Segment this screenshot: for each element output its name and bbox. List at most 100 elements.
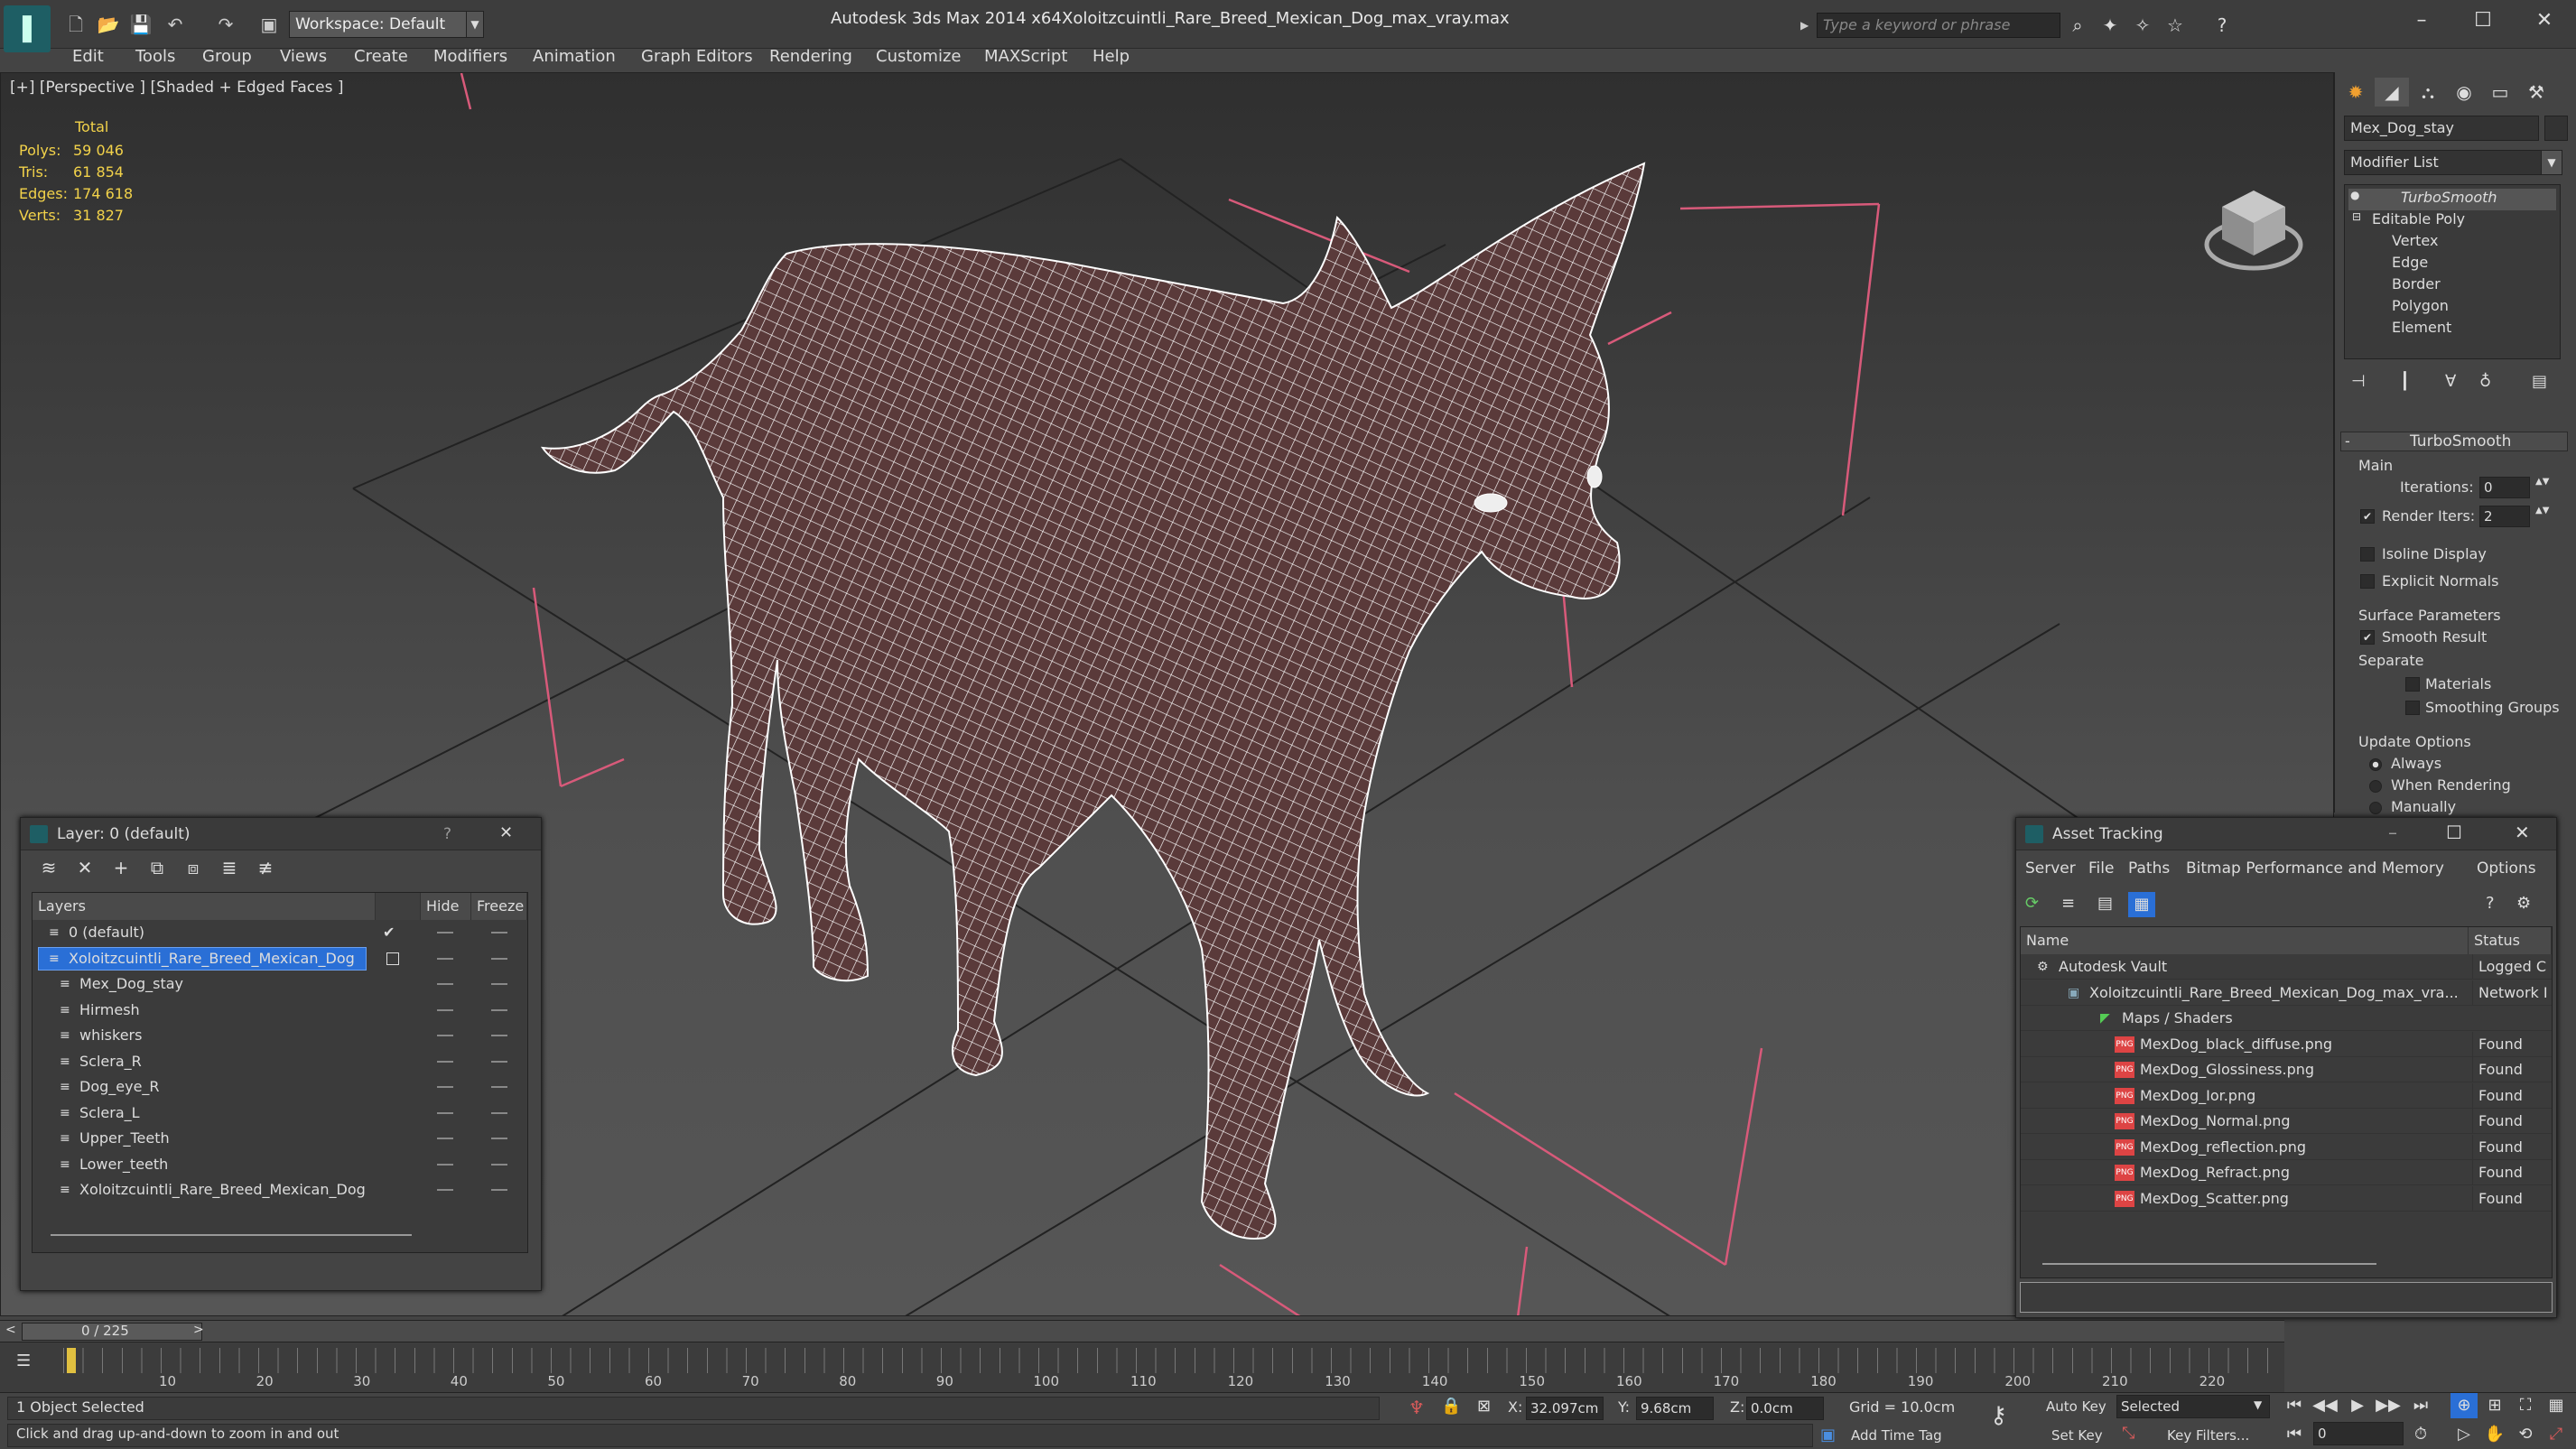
menu-graph-editors[interactable]: Graph Editors: [641, 43, 753, 70]
add-time-tag-button[interactable]: Add Time Tag: [1851, 1427, 1942, 1444]
chevron-down-icon[interactable]: ▼: [2254, 1398, 2262, 1411]
layer-row[interactable]: ≡ Dog_eye_R: [33, 1074, 527, 1100]
go-to-start-icon[interactable]: ⏮: [2281, 1393, 2308, 1418]
modify-tab-icon[interactable]: ◢: [2375, 78, 2409, 107]
layer-row[interactable]: ≡ Mex_Dog_stay: [33, 971, 527, 997]
project-folder-icon[interactable]: ▣: [256, 13, 282, 36]
menu-help[interactable]: Help: [1093, 43, 1130, 70]
stack-item-editable-poly[interactable]: Editable Poly: [2372, 210, 2465, 228]
list-view-icon[interactable]: ≡: [2061, 894, 2075, 913]
smooth-result-checkbox[interactable]: ✔: [2360, 630, 2375, 645]
key-mode-toggle-icon[interactable]: ⏮: [2281, 1422, 2308, 1447]
column-header-hide[interactable]: Hide: [421, 893, 471, 920]
freeze-toggle[interactable]: [491, 1163, 507, 1166]
modifier-list-dropdown[interactable]: Modifier List: [2344, 150, 2559, 175]
pan-view-icon[interactable]: ✋: [2481, 1422, 2508, 1447]
field-of-view-icon[interactable]: ▷: [2450, 1422, 2478, 1447]
render-iters-spinner[interactable]: 2: [2479, 506, 2530, 527]
close-icon[interactable]: ✕: [499, 823, 513, 842]
minimize-icon[interactable]: –: [2395, 5, 2449, 36]
help-icon[interactable]: ?: [443, 825, 451, 843]
column-header-freeze[interactable]: Freeze: [471, 893, 527, 920]
freeze-toggle[interactable]: [491, 957, 507, 960]
asset-row[interactable]: PNG MexDog_reflection.png Found: [2021, 1134, 2552, 1160]
freeze-toggle[interactable]: [491, 1138, 507, 1139]
time-slider[interactable]: < 0 / 225 >: [0, 1320, 2284, 1342]
column-header-status[interactable]: Status: [2469, 927, 2552, 954]
hide-toggle[interactable]: [437, 1008, 453, 1011]
remove-modifier-icon[interactable]: ♁: [2479, 372, 2491, 391]
communication-icon[interactable]: ✧: [2129, 13, 2156, 38]
turbosmooth-rollout-header[interactable]: - TurboSmooth: [2340, 432, 2568, 451]
menu-tools[interactable]: Tools: [135, 43, 175, 70]
zoom-all-icon[interactable]: ⊞: [2481, 1393, 2508, 1418]
hide-toggle[interactable]: [437, 1189, 453, 1191]
asset-row[interactable]: PNG MexDog_Refract.png Found: [2021, 1160, 2552, 1185]
asset-row[interactable]: ▣ Xoloitzcuintli_Rare_Breed_Mexican_Dog_m…: [2021, 980, 2552, 1006]
when-rendering-radio[interactable]: [2369, 780, 2382, 793]
iterations-spinner[interactable]: 0: [2479, 477, 2530, 498]
always-radio[interactable]: [2369, 758, 2382, 771]
y-coordinate-field[interactable]: 9.68cm: [1636, 1397, 1714, 1420]
close-icon[interactable]: ✕: [2515, 822, 2530, 843]
hide-toggle[interactable]: [437, 1138, 453, 1139]
isolate-selection-icon[interactable]: ♆: [1409, 1397, 1425, 1418]
asset-row[interactable]: PNG MexDog_Scatter.png Found: [2021, 1185, 2552, 1212]
minimize-icon[interactable]: –: [2388, 822, 2397, 843]
detail-view-icon[interactable]: ▤: [2097, 894, 2113, 913]
hierarchy-tab-icon[interactable]: ⛬: [2411, 78, 2445, 107]
freeze-toggle[interactable]: [491, 1035, 507, 1036]
time-tag-icon[interactable]: ▣: [1820, 1426, 1836, 1444]
spinner-arrows-icon[interactable]: ▲▼: [2535, 477, 2549, 487]
menu-edit[interactable]: Edit: [72, 43, 104, 70]
mini-curve-editor-icon[interactable]: ☰: [16, 1351, 31, 1370]
expand-icon[interactable]: ⊟: [2352, 210, 2361, 223]
stack-item-vertex[interactable]: Vertex: [2392, 232, 2438, 249]
key-mode-dropdown[interactable]: Selected: [2116, 1395, 2270, 1418]
absolute-mode-icon[interactable]: ⊠: [1477, 1397, 1491, 1416]
asset-row[interactable]: PNG MexDog_black_diffuse.png Found: [2021, 1031, 2552, 1057]
asset-menu-options[interactable]: Options: [2477, 859, 2536, 878]
chevron-down-icon[interactable]: ▼: [2541, 150, 2562, 175]
next-key-icon[interactable]: ▶▶: [2375, 1393, 2402, 1418]
redo-icon[interactable]: ↷: [213, 13, 238, 36]
hide-toggle[interactable]: [437, 983, 453, 985]
play-arrow-icon[interactable]: ▶: [1800, 14, 1815, 36]
freeze-toggle[interactable]: [491, 1060, 507, 1063]
z-coordinate-field[interactable]: 0.0cm: [1746, 1397, 1824, 1420]
key-icon[interactable]: ⚷: [1990, 1402, 2007, 1429]
object-name-field[interactable]: Mex_Dog_stay: [2344, 116, 2539, 141]
hide-toggle[interactable]: [437, 957, 453, 960]
hide-toggle[interactable]: [437, 1035, 453, 1036]
next-frame-icon[interactable]: >: [193, 1323, 204, 1337]
asset-row[interactable]: PNG MexDog_Ior.png Found: [2021, 1082, 2552, 1109]
asset-row[interactable]: ⚙ Autodesk Vault Logged C: [2021, 954, 2552, 980]
layer-row[interactable]: ≡ Xoloitzcuintli_Rare_Breed_Mexican_Dog: [33, 946, 527, 971]
hide-toggle[interactable]: [437, 1086, 453, 1088]
motion-tab-icon[interactable]: ◉: [2447, 78, 2481, 107]
refresh-icon[interactable]: ⟳: [2025, 894, 2039, 913]
smoothing-groups-checkbox[interactable]: [2405, 701, 2420, 715]
isoline-display-checkbox[interactable]: [2360, 547, 2375, 562]
save-icon[interactable]: 💾: [128, 13, 153, 36]
spinner-arrows-icon[interactable]: ▲▼: [2535, 506, 2549, 516]
make-unique-icon[interactable]: ∀: [2445, 372, 2456, 391]
previous-key-icon[interactable]: ◀◀: [2311, 1393, 2339, 1418]
horizontal-scrollbar[interactable]: [51, 1234, 412, 1236]
freeze-toggle[interactable]: [491, 983, 507, 985]
asset-row[interactable]: PNG MexDog_Normal.png Found: [2021, 1109, 2552, 1134]
set-current-layer-icon[interactable]: [386, 952, 399, 965]
app-logo-icon[interactable]: ❚: [4, 5, 51, 52]
add-selected-icon[interactable]: +: [107, 854, 135, 881]
subscription-icon[interactable]: ✦: [2097, 13, 2124, 38]
pin-stack-icon[interactable]: ⊣: [2351, 372, 2366, 391]
key-filters-button[interactable]: Key Filters...: [2167, 1427, 2249, 1444]
stack-item-border[interactable]: Border: [2392, 275, 2441, 293]
set-keys-icon[interactable]: ⤡: [2122, 1424, 2134, 1443]
orbit-icon[interactable]: ⟲: [2512, 1422, 2539, 1447]
zoom-extents-all-icon[interactable]: ▦: [2543, 1393, 2570, 1418]
menu-group[interactable]: Group: [202, 43, 252, 70]
go-to-end-icon[interactable]: ⏭: [2407, 1393, 2434, 1418]
lock-icon[interactable]: 🔒: [1441, 1397, 1461, 1416]
track-bar[interactable]: ☰ 10 20 30 40 50 60 70 80 90 100 110 120 130 140 150 16…: [0, 1342, 2284, 1392]
